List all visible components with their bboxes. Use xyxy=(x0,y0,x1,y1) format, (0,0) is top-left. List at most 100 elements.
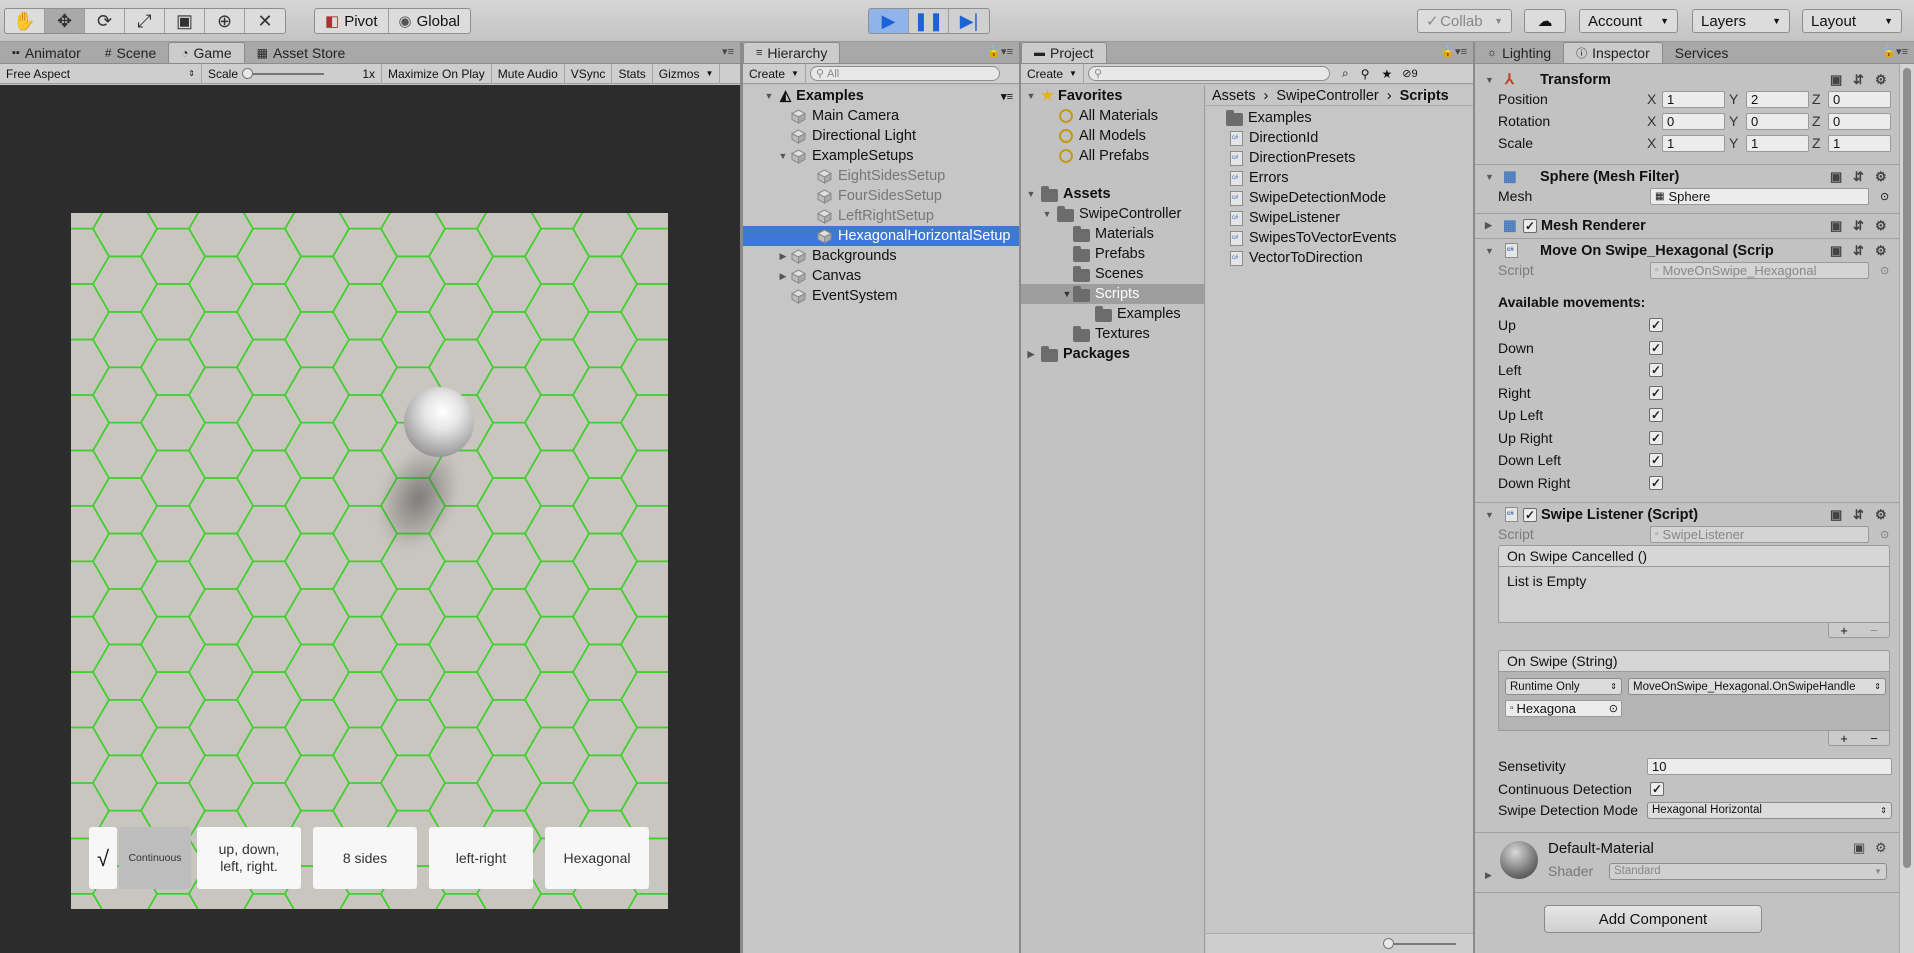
file-examples[interactable]: Examples xyxy=(1206,108,1473,128)
pivot-button[interactable]: ◧ Pivot xyxy=(315,9,389,33)
hierarchy-item[interactable]: FourSidesSetup xyxy=(743,186,1019,206)
movement-checkbox[interactable]: ✓ xyxy=(1649,430,1663,445)
object-picker-icon[interactable]: ⊙ xyxy=(1880,190,1889,203)
panel-menu-icon[interactable]: 🔒▾≡ xyxy=(1441,45,1467,58)
tab-game[interactable]: ◔ Game xyxy=(168,42,245,63)
rotation-x-field[interactable]: 0 xyxy=(1662,112,1725,130)
inspector-scrollbar[interactable] xyxy=(1899,64,1914,953)
tab-hierarchy[interactable]: ≡ Hierarchy xyxy=(743,42,841,63)
detection-mode-dropdown[interactable]: Hexagonal Horizontal ⇕ xyxy=(1647,801,1892,819)
pause-icon[interactable]: ❚❚ xyxy=(909,9,949,33)
help-icon[interactable]: ▣ xyxy=(1830,218,1842,234)
project-search[interactable]: ⚲ xyxy=(1087,66,1330,81)
maximize-on-play-toggle[interactable]: Maximize On Play xyxy=(382,63,492,84)
scale-z-field[interactable]: 1 xyxy=(1828,134,1891,152)
fav-all-models[interactable]: All Models xyxy=(1021,126,1204,146)
scale-x-field[interactable]: 1 xyxy=(1662,134,1725,152)
file-vectortodirection[interactable]: VectorToDirection xyxy=(1206,248,1473,268)
position-y-field[interactable]: 2 xyxy=(1746,90,1809,108)
expand-arrow-icon[interactable]: ▼ xyxy=(777,151,789,161)
mute-audio-toggle[interactable]: Mute Audio xyxy=(492,63,565,84)
help-icon[interactable]: ▣ xyxy=(1830,243,1842,259)
cloud-button[interactable]: ☁ xyxy=(1524,9,1566,33)
mesh-renderer-enabled-checkbox[interactable]: ✓ xyxy=(1523,218,1537,233)
zoom-slider[interactable] xyxy=(1383,938,1456,949)
tree-materials[interactable]: Materials xyxy=(1021,224,1204,244)
collapse-arrow-icon[interactable]: ▶ xyxy=(777,271,789,282)
tab-lighting[interactable]: ☼ Lighting xyxy=(1475,43,1563,63)
help-icon[interactable]: ▣ xyxy=(1830,507,1842,523)
scrollbar-thumb[interactable] xyxy=(1903,68,1911,868)
rect-tool-icon[interactable]: ▣ xyxy=(165,9,205,33)
layers-button[interactable]: Layers ▼ xyxy=(1692,9,1790,33)
remove-icon[interactable]: − xyxy=(1870,731,1878,746)
create-dropdown[interactable]: Create ▼ xyxy=(1021,63,1084,84)
object-picker-icon[interactable]: ⊙ xyxy=(1609,702,1618,715)
scale-slider[interactable] xyxy=(242,67,325,79)
favorites-row[interactable]: ▼ ★ Favorites xyxy=(1021,86,1204,106)
up-down-left-right-button[interactable]: up, down, left, right. xyxy=(197,827,301,889)
favorite-star-icon[interactable]: ★ xyxy=(1381,67,1392,81)
settings-gear-icon[interactable]: ⚙ xyxy=(1875,169,1887,185)
file-errors[interactable]: Errors xyxy=(1206,168,1473,188)
hierarchy-item[interactable]: Main Camera xyxy=(743,106,1019,126)
preset-icon[interactable]: ⇵ xyxy=(1853,72,1864,88)
filter-type-icon[interactable]: ⌕ xyxy=(1342,66,1349,81)
menu-icon[interactable]: ▾≡ xyxy=(1001,90,1013,103)
hierarchy-item[interactable]: EventSystem xyxy=(743,286,1019,306)
movement-checkbox[interactable]: ✓ xyxy=(1649,475,1663,490)
rotation-y-field[interactable]: 0 xyxy=(1746,112,1809,130)
swipe-listener-enabled-checkbox[interactable]: ✓ xyxy=(1523,507,1537,522)
settings-gear-icon[interactable]: ⚙ xyxy=(1875,507,1887,523)
scene-row[interactable]: ▼ ◭ Examples ▾≡ xyxy=(743,86,1019,106)
movement-checkbox[interactable]: ✓ xyxy=(1649,453,1663,467)
settings-gear-icon[interactable]: ⚙ xyxy=(1875,72,1887,88)
preset-icon[interactable]: ⇵ xyxy=(1853,169,1864,185)
mesh-renderer-header[interactable]: ▶ ▦ ✓ Mesh Renderer ▣ ⇵ ⚙ xyxy=(1475,213,1899,237)
tab-inspector[interactable]: ⓘ Inspector xyxy=(1563,42,1663,63)
movement-checkbox[interactable]: ✓ xyxy=(1649,363,1663,377)
runtime-dropdown[interactable]: Runtime Only ⇕ xyxy=(1505,678,1622,695)
step-icon[interactable]: ▶| xyxy=(949,9,989,33)
hierarchy-item[interactable]: HexagonalHorizontalSetup xyxy=(743,226,1019,246)
file-directionid[interactable]: DirectionId xyxy=(1206,128,1473,148)
hierarchy-search[interactable]: ⚲ All xyxy=(809,66,1000,81)
continuous-checkbox[interactable]: √ xyxy=(89,827,117,889)
slider-thumb[interactable] xyxy=(1383,938,1394,949)
hierarchy-item[interactable]: Directional Light xyxy=(743,126,1019,146)
settings-gear-icon[interactable]: ⚙ xyxy=(1875,840,1887,856)
movement-checkbox[interactable]: ✓ xyxy=(1649,385,1663,400)
create-dropdown[interactable]: Create ▼ xyxy=(743,63,806,84)
add-icon[interactable]: + xyxy=(1840,731,1848,746)
eight-sides-button[interactable]: 8 sides xyxy=(313,827,417,889)
transform-tool-icon[interactable]: ⊕ xyxy=(205,9,245,33)
tree-swipecontroller[interactable]: ▼ SwipeController xyxy=(1021,204,1204,224)
sensitivity-field[interactable]: 10 xyxy=(1647,757,1892,775)
packages-row[interactable]: ▶ Packages xyxy=(1021,344,1204,364)
file-swipestovectorevents[interactable]: SwipesToVectorEvents xyxy=(1206,228,1473,248)
scale-tool-icon[interactable]: ⤢ xyxy=(125,9,165,33)
game-canvas[interactable]: √ Continuous up, down, left, right. 8 si… xyxy=(71,213,668,909)
hierarchy-item[interactable]: LeftRightSetup xyxy=(743,206,1019,226)
tree-examples[interactable]: Examples xyxy=(1021,304,1204,324)
continuous-detection-checkbox[interactable]: ✓ xyxy=(1650,782,1664,796)
panel-menu-icon[interactable]: 🔒▾≡ xyxy=(987,45,1013,58)
hierarchy-item[interactable]: ▼ ExampleSetups xyxy=(743,146,1019,166)
hierarchy-item[interactable]: ▶ Backgrounds xyxy=(743,246,1019,266)
preset-icon[interactable]: ⇵ xyxy=(1853,507,1864,523)
hidden-packages-icon[interactable]: ⊘9 xyxy=(1402,67,1417,80)
tree-scripts[interactable]: ▼ Scripts xyxy=(1021,284,1204,304)
vsync-toggle[interactable]: VSync xyxy=(565,63,613,84)
hierarchy-item[interactable]: ▶ Canvas xyxy=(743,266,1019,286)
help-icon[interactable]: ▣ xyxy=(1830,72,1842,88)
settings-gear-icon[interactable]: ⚙ xyxy=(1875,218,1887,234)
tab-services[interactable]: Services xyxy=(1663,43,1741,63)
hexagonal-button[interactable]: Hexagonal xyxy=(545,827,649,889)
hand-tool-icon[interactable]: ✋ xyxy=(5,9,45,33)
preset-icon[interactable]: ⇵ xyxy=(1853,243,1864,259)
rotate-tool-icon[interactable]: ⟳ xyxy=(85,9,125,33)
help-icon[interactable]: ▣ xyxy=(1830,169,1842,185)
settings-gear-icon[interactable]: ⚙ xyxy=(1875,243,1887,259)
scale-y-field[interactable]: 1 xyxy=(1746,134,1809,152)
add-component-button[interactable]: Add Component xyxy=(1544,905,1762,933)
